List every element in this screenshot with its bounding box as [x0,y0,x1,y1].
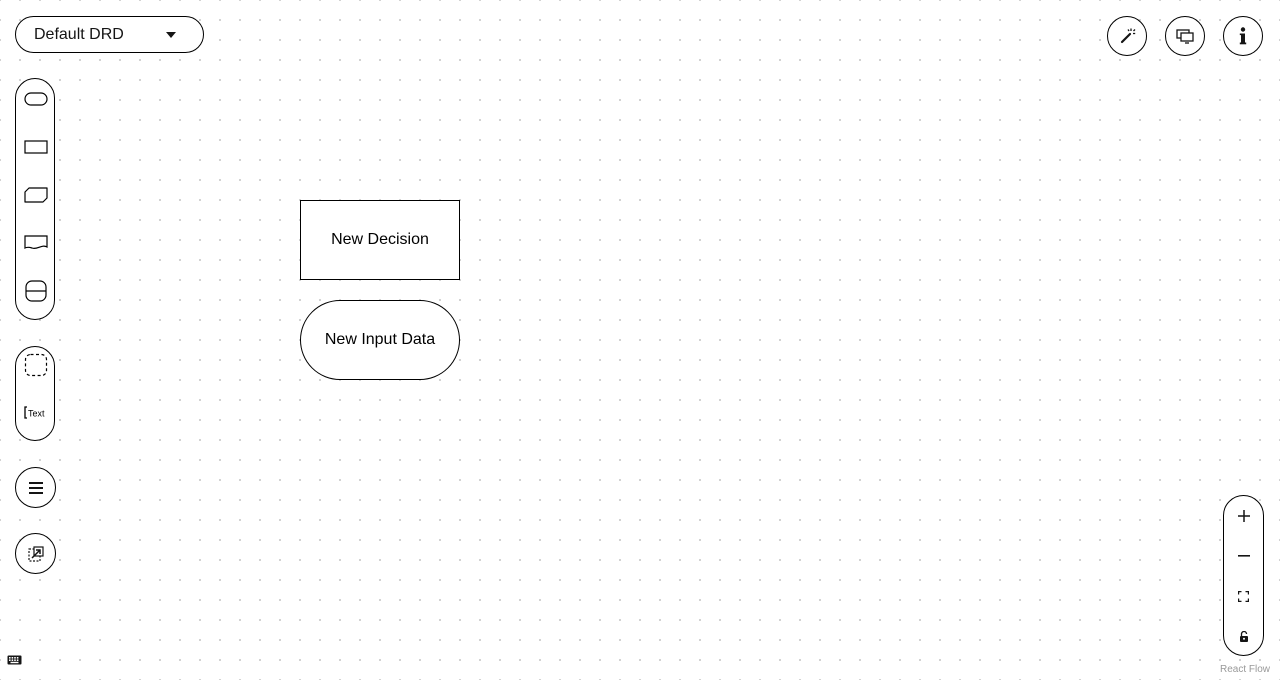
diagram-canvas[interactable] [0,0,1280,680]
info-icon [1239,27,1247,45]
input-data-shape-icon [24,92,48,106]
group-tool[interactable] [16,345,56,385]
lock-icon [1239,630,1248,642]
info-button[interactable] [1223,16,1263,56]
text-annotation-icon: Text [24,406,45,419]
minus-icon [1237,555,1250,557]
lock-button[interactable] [1224,616,1263,656]
node-palette [15,78,55,320]
drd-selector[interactable]: Default DRD [15,16,204,53]
overlays-button[interactable] [1165,16,1205,56]
fit-view-button[interactable] [1224,576,1263,616]
input-data-node-label: New Input Data [324,331,436,348]
bkm-shape-icon [24,187,48,203]
decision-node-label: New Decision [331,231,429,248]
external-nodes-button[interactable] [15,533,56,574]
artifact-palette: Text [15,346,55,441]
input-data-node[interactable]: New Input Data [300,300,460,380]
group-shape-icon [24,353,48,377]
zoom-controls [1223,495,1264,656]
decision-tool[interactable] [16,127,56,167]
keyboard-icon [7,655,22,665]
knowledge-source-shape-icon [24,235,48,250]
react-flow-attribution[interactable]: React Flow [1220,664,1270,675]
hamburger-menu-icon [28,481,43,494]
external-link-icon [27,545,44,562]
caret-down-icon [166,32,176,38]
decision-node[interactable]: New Decision [300,200,460,280]
bkm-tool[interactable] [16,175,56,215]
magic-wand-icon [1120,28,1136,44]
decision-service-tool[interactable] [16,271,56,311]
text-annotation-label: Text [28,409,45,419]
plus-icon [1237,510,1250,522]
monitor-overlay-icon [1176,29,1194,44]
decision-service-shape-icon [25,280,47,302]
decision-shape-icon [24,140,48,154]
text-annotation-tool[interactable]: Text [16,393,56,433]
drd-selector-label: Default DRD [34,25,124,43]
auto-layout-button[interactable] [1107,16,1147,56]
knowledge-source-tool[interactable] [16,223,56,263]
properties-button[interactable] [15,467,56,508]
fit-view-icon [1238,590,1249,602]
input-data-tool[interactable] [16,79,56,119]
zoom-in-button[interactable] [1224,496,1263,536]
keyboard-shortcuts-button[interactable] [7,652,22,670]
zoom-out-button[interactable] [1224,536,1263,576]
